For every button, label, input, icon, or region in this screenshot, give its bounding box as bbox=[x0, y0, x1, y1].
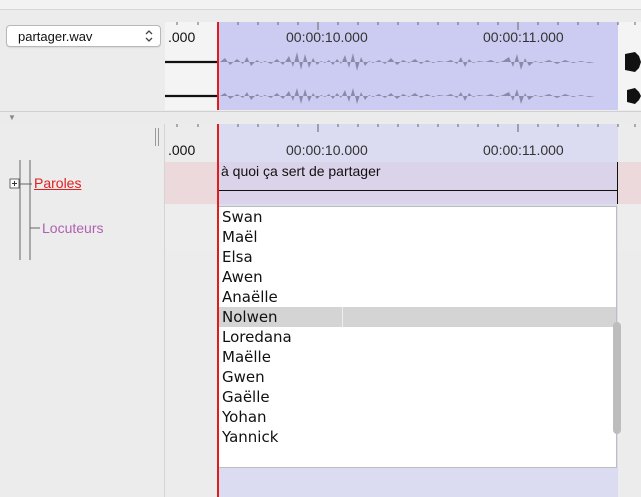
speaker-item[interactable]: Nolwen bbox=[218, 307, 616, 327]
annotation-segment-bar bbox=[218, 190, 618, 191]
speaker-item[interactable]: Gwen bbox=[218, 367, 616, 387]
top-ruler-tick-11: 00:00:11.000 bbox=[483, 29, 564, 45]
playhead-cursor-top[interactable] bbox=[217, 22, 219, 110]
updown-chevron-icon bbox=[145, 30, 153, 42]
speaker-item[interactable]: Loredana bbox=[218, 327, 616, 347]
playhead-cursor-bottom[interactable] bbox=[217, 124, 219, 497]
tier-tree-lines bbox=[9, 160, 40, 260]
speaker-item[interactable]: Yohan bbox=[218, 407, 616, 427]
collapse-triangle-icon[interactable]: ▼ bbox=[8, 113, 16, 122]
speaker-item[interactable]: Yannick bbox=[218, 427, 616, 447]
bottom-ruler-tick-11: 00:00:11.000 bbox=[483, 142, 564, 158]
speaker-item[interactable]: Elsa bbox=[218, 247, 616, 267]
annotation-text: à quoi ça sert de partager bbox=[221, 163, 381, 179]
bottom-ruler-left-value: .000 bbox=[168, 142, 196, 158]
bottom-ruler-tick-10: 00:00:10.000 bbox=[286, 142, 368, 158]
top-strip bbox=[0, 0, 641, 10]
speaker-list-scroll-thumb[interactable] bbox=[613, 322, 621, 434]
splitter-handle[interactable] bbox=[155, 128, 159, 146]
waveform-channels bbox=[165, 52, 641, 104]
speaker-item[interactable]: Maëlle bbox=[218, 347, 616, 367]
tier-name-locuteurs[interactable]: Locuteurs bbox=[42, 220, 103, 236]
top-ruler-tick-10: 00:00:10.000 bbox=[286, 29, 368, 45]
media-file-label: partager.wav bbox=[18, 29, 93, 44]
speaker-item[interactable]: Maël bbox=[218, 227, 616, 247]
bottom-ruler-ticks bbox=[176, 124, 636, 132]
media-file-select[interactable]: partager.wav bbox=[6, 25, 161, 47]
annotation-segment[interactable]: à quoi ça sert de partager bbox=[217, 162, 618, 204]
annotation-segment-end[interactable] bbox=[617, 162, 618, 204]
speaker-item[interactable]: Anaëlle bbox=[218, 287, 616, 307]
panel-divider[interactable] bbox=[0, 111, 641, 123]
top-ruler-left-value: .000 bbox=[168, 29, 196, 45]
top-ruler-ticks bbox=[176, 22, 636, 30]
speaker-item[interactable]: Swan bbox=[218, 207, 616, 227]
speaker-item[interactable]: Awen bbox=[218, 267, 616, 287]
tier-name-paroles[interactable]: Paroles bbox=[34, 175, 81, 191]
speaker-dropdown-list[interactable]: Swan Maël Elsa Awen Anaëlle Nolwen Loredana Maë… bbox=[217, 206, 617, 468]
speaker-item[interactable]: Gaëlle bbox=[218, 387, 616, 407]
